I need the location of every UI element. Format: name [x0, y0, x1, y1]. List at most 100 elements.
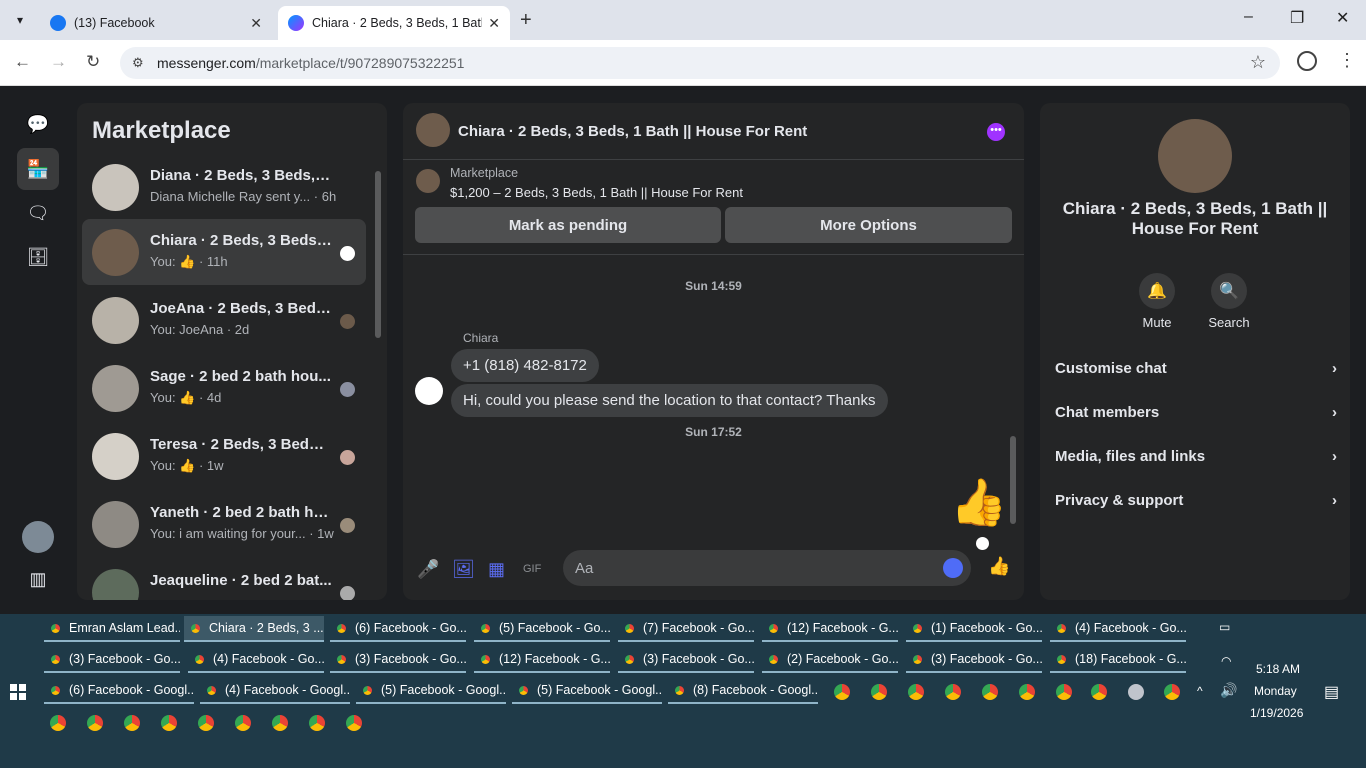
- taskbar-window[interactable]: (5) Facebook - Go...: [474, 616, 610, 642]
- chrome-icon[interactable]: [1091, 684, 1107, 700]
- chrome-icon[interactable]: [87, 715, 103, 731]
- privacy-support-item[interactable]: Privacy & support ›: [1055, 485, 1337, 515]
- marketplace-icon[interactable]: 🏪: [17, 148, 59, 190]
- taskbar-window[interactable]: (4) Facebook - Googl...: [200, 678, 350, 704]
- conversation-item[interactable]: Diana · 2 Beds, 3 Beds, 1 ... Diana Mich…: [82, 154, 366, 220]
- media-files-links-item[interactable]: Media, files and links ›: [1055, 441, 1337, 471]
- archive-icon[interactable]: 🗄: [17, 236, 59, 278]
- tab-messenger[interactable]: Chiara · 2 Beds, 3 Beds, 1 Bath || ✕: [278, 6, 510, 40]
- clock-date[interactable]: 1/19/2026: [1250, 706, 1303, 720]
- back-icon[interactable]: ←: [14, 52, 31, 72]
- chrome-icon[interactable]: [198, 715, 214, 731]
- close-icon[interactable]: ✕: [250, 15, 262, 32]
- chrome-icon[interactable]: [272, 715, 288, 731]
- emoji-icon[interactable]: [943, 558, 963, 578]
- thumbs-up-icon[interactable]: 👍: [950, 475, 1007, 530]
- taskbar-window[interactable]: (6) Facebook - Googl...: [44, 678, 194, 704]
- forward-icon[interactable]: →: [50, 52, 67, 72]
- browser-menu-icon[interactable]: ⋮: [1338, 50, 1356, 71]
- requests-icon[interactable]: 🗨: [17, 192, 59, 234]
- listing-title[interactable]: $1,200 – 2 Beds, 3 Beds, 1 Bath || House…: [450, 185, 743, 200]
- taskbar-window[interactable]: (3) Facebook - Go...: [330, 647, 466, 673]
- avatar[interactable]: [17, 516, 59, 558]
- clock-time[interactable]: 5:18 AM: [1256, 662, 1300, 676]
- mark-as-pending-button[interactable]: Mark as pending: [415, 207, 721, 243]
- taskbar-window[interactable]: (4) Facebook - Go...: [188, 647, 324, 673]
- chrome-icon[interactable]: [1164, 684, 1180, 700]
- taskbar-window[interactable]: (12) Facebook - G...: [762, 616, 898, 642]
- profile-icon[interactable]: [1297, 51, 1317, 71]
- conversation-item[interactable]: Yaneth · 2 bed 2 bath ho... You: i am wa…: [82, 491, 366, 557]
- chrome-icon[interactable]: [1019, 684, 1035, 700]
- taskbar-window[interactable]: (12) Facebook - G...: [474, 647, 610, 673]
- taskbar-window[interactable]: (7) Facebook - Go...: [618, 616, 754, 642]
- close-icon[interactable]: ✕: [488, 15, 500, 32]
- sticker-icon[interactable]: ▦: [488, 559, 505, 580]
- taskbar-window[interactable]: (6) Facebook - Go...: [330, 616, 466, 642]
- minimize-button[interactable]: –: [1244, 8, 1253, 26]
- chrome-icon[interactable]: [982, 684, 998, 700]
- conversation-item[interactable]: Teresa · 2 Beds, 3 Beds, 1... You: 👍 · 1…: [82, 423, 366, 489]
- conversation-item[interactable]: JoeAna · 2 Beds, 3 Beds, ... You: JoeAna…: [82, 287, 366, 353]
- conversation-item[interactable]: Chiara · 2 Beds, 3 Beds, 1... You: 👍 · 1…: [82, 219, 366, 285]
- chat-members-item[interactable]: Chat members ›: [1055, 397, 1337, 427]
- windows-start-icon[interactable]: [10, 684, 26, 700]
- taskbar-window[interactable]: Chiara · 2 Beds, 3 ...: [184, 616, 324, 642]
- taskbar-window[interactable]: (5) Facebook - Googl...: [512, 678, 662, 704]
- taskbar-window[interactable]: (18) Facebook - G...: [1050, 647, 1186, 673]
- mute-button[interactable]: 🔔 Mute: [1127, 273, 1187, 330]
- scrollbar[interactable]: [1010, 436, 1016, 524]
- chrome-icon[interactable]: [908, 684, 924, 700]
- taskbar-window[interactable]: (3) Facebook - Go...: [44, 647, 180, 673]
- address-bar[interactable]: ⚙ messenger.com/marketplace/t/9072890753…: [120, 47, 1280, 79]
- image-icon[interactable]: 🖼: [452, 559, 475, 580]
- microphone-icon[interactable]: 🎤: [417, 559, 439, 580]
- scrollbar[interactable]: [375, 171, 381, 338]
- clock-day[interactable]: Monday: [1254, 684, 1297, 698]
- taskbar-window[interactable]: (8) Facebook - Googl...: [668, 678, 818, 704]
- customise-chat-item[interactable]: Customise chat ›: [1055, 353, 1337, 383]
- taskbar-window[interactable]: Emran Aslam Lead...: [44, 616, 180, 642]
- message-input[interactable]: Aa: [563, 550, 971, 586]
- taskbar-window[interactable]: (4) Facebook - Go...: [1050, 616, 1186, 642]
- battery-icon[interactable]: ▭: [1219, 620, 1230, 634]
- notifications-icon[interactable]: ▤: [1324, 682, 1339, 702]
- message-bubble[interactable]: +1 (818) 482-8172: [451, 349, 599, 382]
- chrome-icon[interactable]: [235, 715, 251, 731]
- chrome-icon[interactable]: [50, 715, 66, 731]
- tab-facebook[interactable]: (13) Facebook ✕: [40, 6, 272, 40]
- close-window-button[interactable]: ✕: [1336, 8, 1349, 28]
- taskbar-window[interactable]: (2) Facebook - Go...: [762, 647, 898, 673]
- restore-button[interactable]: ❐: [1290, 8, 1304, 28]
- chrome-icon[interactable]: [871, 684, 887, 700]
- message-bubble[interactable]: Hi, could you please send the location t…: [451, 384, 888, 417]
- chrome-icon[interactable]: [161, 715, 177, 731]
- search-button[interactable]: 🔍 Search: [1199, 273, 1259, 330]
- tray-chevron-icon[interactable]: ^: [1197, 684, 1203, 698]
- gif-icon[interactable]: GIF: [523, 563, 541, 575]
- conversation-item[interactable]: Sage · 2 bed 2 bath hou... You: 👍 · 4d: [82, 355, 366, 421]
- bookmark-star-icon[interactable]: ☆: [1250, 52, 1266, 73]
- like-icon[interactable]: 👍: [988, 556, 1010, 577]
- chrome-icon[interactable]: [1056, 684, 1072, 700]
- chrome-icon[interactable]: [346, 715, 362, 731]
- conversation-item[interactable]: Jeaqueline · 2 bed 2 bat...: [82, 559, 366, 600]
- new-tab-button[interactable]: +: [520, 9, 532, 32]
- chrome-icon[interactable]: [124, 715, 140, 731]
- tab-search-button[interactable]: ▾: [8, 8, 32, 32]
- more-options-button[interactable]: More Options: [725, 207, 1012, 243]
- chrome-icon[interactable]: [945, 684, 961, 700]
- chat-avatar[interactable]: [1158, 119, 1232, 193]
- chat-title[interactable]: Chiara · 2 Beds, 3 Beds, 1 Bath || House…: [458, 123, 807, 140]
- taskbar-window[interactable]: (3) Facebook - Go...: [906, 647, 1042, 673]
- wifi-icon[interactable]: ◠: [1221, 654, 1231, 668]
- reload-icon[interactable]: ↻: [86, 52, 100, 72]
- volume-icon[interactable]: 🔊: [1220, 682, 1237, 699]
- chat-avatar[interactable]: [416, 113, 450, 147]
- site-info-icon[interactable]: ⚙: [132, 55, 144, 71]
- chrome-icon[interactable]: [834, 684, 850, 700]
- taskbar-window[interactable]: (3) Facebook - Go...: [618, 647, 754, 673]
- chats-icon[interactable]: 💬: [17, 103, 59, 145]
- more-icon[interactable]: •••: [987, 123, 1005, 141]
- taskbar-window[interactable]: (5) Facebook - Googl...: [356, 678, 506, 704]
